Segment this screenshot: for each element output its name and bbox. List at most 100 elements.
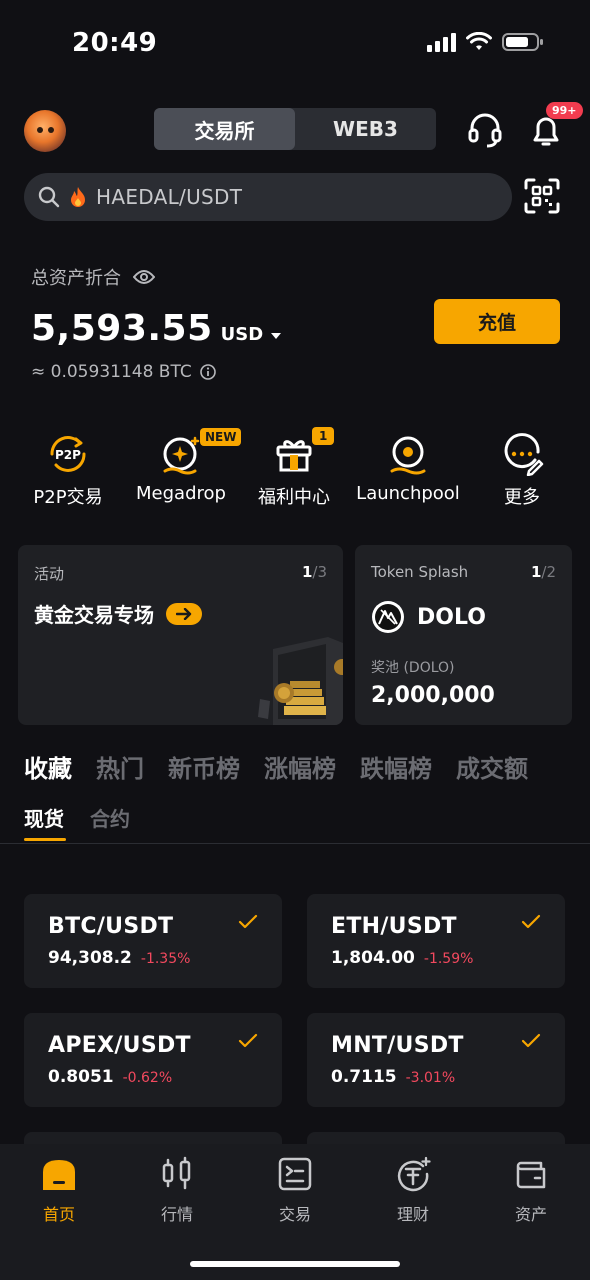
avatar[interactable] <box>24 110 66 152</box>
coin-pair: APEX/USDT <box>48 1033 191 1058</box>
quick-entry-more[interactable]: 更多 <box>462 432 582 509</box>
quick-entry-label: Megadrop <box>136 483 226 504</box>
activity-headline: 黄金交易专场 <box>34 603 154 627</box>
divider <box>0 843 590 844</box>
prize-pool-value: 2,000,000 <box>371 683 495 708</box>
nav-label: 行情 <box>160 1205 193 1224</box>
search-input[interactable]: HAEDAL/USDT <box>96 185 242 209</box>
nav-earn[interactable]: 理财 <box>354 1156 472 1225</box>
headset-support-icon[interactable] <box>465 110 505 150</box>
tab-top-gainers[interactable]: 涨幅榜 <box>264 749 336 784</box>
qr-scan-icon[interactable] <box>524 178 560 214</box>
home-indicator <box>190 1261 400 1267</box>
coin-price: 0.8051 <box>48 1067 114 1087</box>
quick-entry-launchpool[interactable]: Launchpool <box>348 432 468 504</box>
launchpool-icon <box>390 436 426 475</box>
search-bar[interactable]: HAEDAL/USDT <box>24 173 512 221</box>
p2p-icon: P2P <box>50 436 86 472</box>
arrow-right-icon[interactable] <box>166 602 202 625</box>
status-icons <box>427 32 544 52</box>
check-icon[interactable] <box>521 914 541 930</box>
token-name: DOLO <box>417 604 486 630</box>
token-row: DOLO <box>371 600 486 634</box>
fire-icon <box>71 187 85 207</box>
pager-total: /3 <box>312 563 327 581</box>
quick-entry-label: 福利中心 <box>258 487 330 508</box>
check-icon[interactable] <box>238 914 258 930</box>
battery-icon <box>502 33 543 51</box>
nav-label: 资产 <box>514 1205 547 1224</box>
coin-change: -1.35% <box>140 951 191 967</box>
coin-price: 1,804.00 <box>331 948 415 968</box>
nav-trade[interactable]: 交易 <box>236 1156 354 1225</box>
exchange-mode-switch: 交易所 WEB3 <box>154 108 436 150</box>
home-icon <box>43 1160 75 1190</box>
earn-icon <box>397 1156 431 1192</box>
btc-equivalent: ≈ 0.05931148 BTC <box>31 362 192 382</box>
tab-favorites[interactable]: 收藏 <box>24 749 72 784</box>
total-assets-value-row[interactable]: 5,593.55 USD <box>31 308 282 349</box>
token-splash-card[interactable]: Token Splash 1/2 DOLO 奖池 (DOLO) 2,000,00… <box>355 545 572 725</box>
pager-total: /2 <box>541 563 556 581</box>
prize-pool-label: 奖池 (DOLO) <box>371 660 455 676</box>
total-assets-label-row: 总资产折合 <box>31 264 155 290</box>
coin-pair: MNT/USDT <box>331 1033 464 1058</box>
search-icon <box>38 186 60 208</box>
coin-change: -3.01% <box>405 1070 456 1086</box>
activity-card-pager: 1/3 <box>302 563 327 581</box>
nav-label: 首页 <box>42 1205 75 1224</box>
favorite-coin-card[interactable]: BTC/USDT 94,308.2 -1.35% <box>24 894 282 988</box>
candlestick-icon <box>162 1156 191 1190</box>
status-time: 20:49 <box>72 28 158 58</box>
tab-top-losers[interactable]: 跌幅榜 <box>360 749 432 784</box>
activity-card-title: 活动 <box>34 565 65 583</box>
pager-current: 1 <box>301 563 313 581</box>
total-assets-label: 总资产折合 <box>31 268 121 289</box>
gold-vault-illustration-icon <box>258 637 343 725</box>
eye-icon[interactable] <box>133 269 155 285</box>
nav-home[interactable]: 首页 <box>0 1156 118 1225</box>
cellular-signal-icon <box>427 32 456 52</box>
caret-down-icon[interactable] <box>271 332 282 340</box>
nav-label: 交易 <box>278 1205 311 1224</box>
trade-icon <box>278 1157 312 1191</box>
deposit-button[interactable]: 充值 <box>434 299 560 344</box>
nav-markets[interactable]: 行情 <box>118 1156 236 1225</box>
active-tab-indicator <box>24 838 66 841</box>
coin-price: 0.7115 <box>331 1067 397 1087</box>
tab-volume[interactable]: 成交额 <box>456 749 528 784</box>
activity-card[interactable]: 活动 1/3 黄金交易专场 <box>18 545 343 725</box>
wifi-icon <box>466 32 492 50</box>
dolo-token-icon <box>372 601 404 633</box>
tab-new-listings[interactable]: 新币榜 <box>168 749 240 784</box>
quick-entry-p2p[interactable]: P2P P2P交易 <box>8 432 128 509</box>
check-icon[interactable] <box>521 1033 541 1049</box>
nav-assets[interactable]: 资产 <box>472 1156 590 1225</box>
quick-entry-label: 更多 <box>504 487 540 508</box>
btc-equivalent-row: ≈ 0.05931148 BTC <box>31 362 216 382</box>
currency-selector[interactable]: USD <box>221 324 264 345</box>
tab-web3[interactable]: WEB3 <box>295 108 436 150</box>
tab-derivatives[interactable]: 合约 <box>90 803 130 832</box>
gift-icon <box>276 440 312 472</box>
bottom-navigation: 首页 行情 交易 理财 资产 <box>0 1144 590 1280</box>
more-icon <box>504 433 544 476</box>
quick-entry-welfare-center[interactable]: 福利中心 <box>234 432 354 509</box>
token-splash-pager: 1/2 <box>531 563 556 581</box>
megadrop-icon <box>163 436 200 475</box>
activity-headline-row: 黄金交易专场 <box>34 599 202 628</box>
svg-text:P2P: P2P <box>55 448 81 462</box>
token-splash-title: Token Splash <box>371 563 469 581</box>
favorite-coin-card[interactable]: ETH/USDT 1,804.00 -1.59% <box>307 894 565 988</box>
tab-hot[interactable]: 热门 <box>96 749 144 784</box>
info-icon[interactable] <box>199 364 216 380</box>
favorite-coin-card[interactable]: MNT/USDT 0.7115 -3.01% <box>307 1013 565 1107</box>
coin-pair: BTC/USDT <box>48 914 174 939</box>
tab-exchange[interactable]: 交易所 <box>154 108 295 150</box>
tab-spot[interactable]: 现货 <box>24 803 64 832</box>
notification-badge: 99+ <box>546 102 583 119</box>
favorite-coin-card[interactable]: APEX/USDT 0.8051 -0.62% <box>24 1013 282 1107</box>
coin-price: 94,308.2 <box>48 948 132 968</box>
nav-label: 理财 <box>396 1205 429 1224</box>
check-icon[interactable] <box>238 1033 258 1049</box>
